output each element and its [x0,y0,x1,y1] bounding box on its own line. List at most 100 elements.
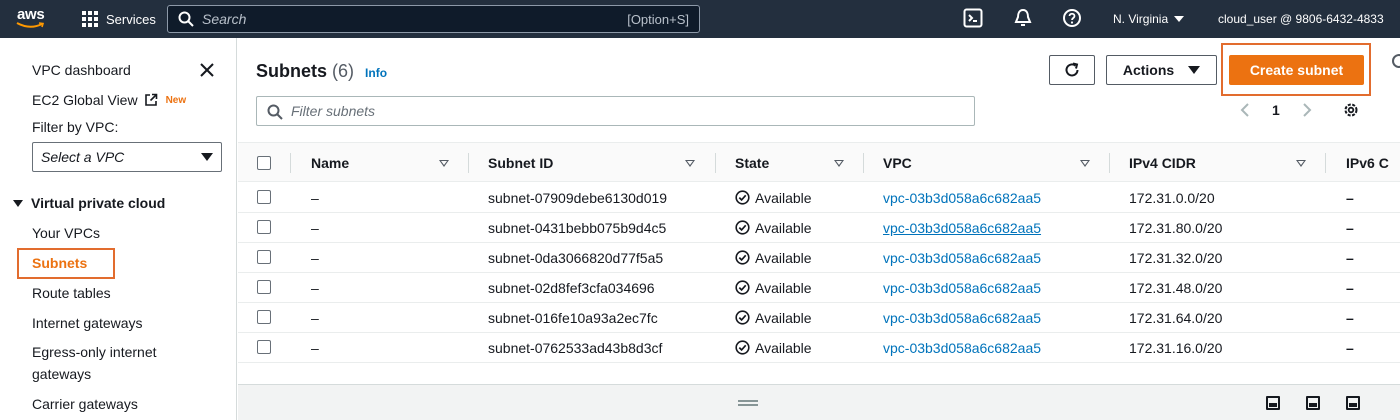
search-shortcut-hint: [Option+S] [627,11,689,27]
status-available-icon [735,340,750,355]
state-label: Available [755,339,812,356]
search-placeholder: Search [202,11,247,27]
table-row[interactable]: – subnet-0da3066820d77f5a5 Available vpc… [238,243,1400,273]
global-search-input[interactable]: Search [Option+S] [167,5,700,33]
row-checkbox[interactable] [257,310,271,324]
section-title: Virtual private cloud [31,195,166,211]
state-label: Available [755,309,812,326]
cell-vpc-link[interactable]: vpc-03b3d058a6c682aa5 [883,213,1041,242]
ec2-global-view-label: EC2 Global View [32,92,138,108]
help-panel-icon[interactable] [1392,54,1400,68]
cell-subnet-id[interactable]: subnet-0da3066820d77f5a5 [488,243,663,272]
row-checkbox[interactable] [257,280,271,294]
column-divider [715,153,716,173]
cell-vpc-link[interactable]: vpc-03b3d058a6c682aa5 [883,183,1041,212]
select-all-checkbox[interactable] [257,156,271,170]
vpc-filter-select[interactable]: Select a VPC [32,142,222,172]
sort-name-icon[interactable] [439,143,449,183]
cell-name: – [311,339,319,356]
column-header-state[interactable]: State [735,143,769,183]
sidebar-item-internet-gateways[interactable]: Internet gateways [32,315,143,331]
aws-logo[interactable]: aws [16,4,52,34]
row-checkbox[interactable] [257,220,271,234]
sidebar-section-virtual-private-cloud[interactable]: Virtual private cloud [13,195,165,211]
table-row[interactable]: – subnet-0431bebb075b9d4c5 Available vpc… [238,213,1400,243]
close-icon[interactable] [199,62,215,78]
table-row[interactable]: – subnet-016fe10a93a2ec7fc Available vpc… [238,303,1400,333]
region-selector[interactable]: N. Virginia [1113,0,1185,38]
sidebar-item-vpc-dashboard[interactable]: VPC dashboard [32,62,131,78]
cell-subnet-id[interactable]: subnet-07909debe6130d019 [488,183,667,212]
cell-ipv6: – [1346,219,1354,236]
row-checkbox[interactable] [257,190,271,204]
cell-ipv4-cidr: 172.31.16.0/20 [1129,339,1223,356]
page-title-text: Subnets [256,61,328,81]
drag-handle-icon[interactable] [738,400,758,406]
region-label: N. Virginia [1113,12,1169,26]
sort-ipv4-cidr-icon[interactable] [1296,143,1306,183]
filter-by-vpc-label: Filter by VPC: [32,119,119,135]
top-navigation-bar: aws Services Search [Option+S] N. Virgin… [0,0,1400,38]
cell-ipv4-cidr: 172.31.32.0/20 [1129,249,1223,266]
sidebar-item-egress-only-internet-gateways[interactable]: Egress-only internet [32,344,157,360]
vpc-select-value: Select a VPC [41,149,125,165]
cell-subnet-id[interactable]: subnet-016fe10a93a2ec7fc [488,303,658,332]
panel-full-icon[interactable] [1346,396,1360,410]
sidebar-item-ec2-global-view[interactable]: EC2 Global View New [32,92,186,108]
table-row[interactable]: – subnet-07909debe6130d019 Available vpc… [238,183,1400,213]
sidebar-item-subnets[interactable]: Subnets [32,255,87,271]
new-badge: New [165,94,187,106]
bell-icon[interactable] [1013,8,1033,28]
refresh-icon [1065,62,1079,77]
cell-vpc-link[interactable]: vpc-03b3d058a6c682aa5 [883,243,1041,272]
sidebar-item-your-vpcs[interactable]: Your VPCs [32,225,100,241]
help-icon[interactable] [1062,8,1082,28]
cloudshell-icon[interactable] [963,8,983,28]
create-subnet-button[interactable]: Create subnet [1229,55,1364,85]
refresh-button[interactable] [1049,55,1095,85]
filter-subnets-input[interactable]: Filter subnets [256,96,975,126]
row-checkbox[interactable] [257,250,271,264]
table-row[interactable]: – subnet-02d8fef3cfa034696 Available vpc… [238,273,1400,303]
column-header-ipv4-cidr[interactable]: IPv4 CIDR [1129,143,1196,183]
cell-ipv6: – [1346,339,1354,356]
cell-vpc-link[interactable]: vpc-03b3d058a6c682aa5 [883,303,1041,332]
cell-state: Available [735,243,812,272]
services-menu-button[interactable]: Services [82,0,156,38]
chevron-left-icon[interactable] [1240,102,1250,118]
column-label-state: State [735,155,770,171]
chevron-right-icon[interactable] [1302,102,1312,118]
column-header-ipv6[interactable]: IPv6 C [1346,143,1389,183]
cell-subnet-id[interactable]: subnet-0762533ad43b8d3cf [488,333,662,362]
column-header-name[interactable]: Name [311,143,349,183]
cell-subnet-id[interactable]: subnet-0431bebb075b9d4c5 [488,213,666,242]
sidebar-item-carrier-gateways[interactable]: Carrier gateways [32,396,138,412]
state-label: Available [755,219,812,236]
pagination: 1 [1240,102,1312,118]
table-row[interactable]: – subnet-0762533ad43b8d3cf Available vpc… [238,333,1400,363]
page-number[interactable]: 1 [1272,102,1280,118]
actions-dropdown-button[interactable]: Actions [1106,55,1217,85]
account-menu[interactable]: cloud_user @ 9806-6432-4833 [1218,0,1384,38]
sort-vpc-icon[interactable] [1080,143,1090,183]
region-caret-icon [1174,16,1185,22]
sort-subnet-id-icon[interactable] [685,143,695,183]
cell-ipv6: – [1346,249,1354,266]
subnet-count: (6) [332,61,355,81]
gear-icon[interactable] [1342,101,1360,119]
services-label: Services [106,11,156,27]
cell-vpc-link[interactable]: vpc-03b3d058a6c682aa5 [883,333,1041,362]
cell-ipv4-cidr: 172.31.80.0/20 [1129,219,1223,236]
panel-side-icon[interactable] [1306,396,1320,410]
panel-bottom-icon[interactable] [1266,396,1280,410]
cell-vpc-link[interactable]: vpc-03b3d058a6c682aa5 [883,273,1041,302]
column-header-vpc[interactable]: VPC [883,143,912,183]
column-header-subnet-id[interactable]: Subnet ID [488,143,553,183]
sidebar-item-egress-only-internet-gateways-line2[interactable]: gateways [32,366,91,382]
sort-state-icon[interactable] [834,143,844,183]
info-link[interactable]: Info [365,66,387,80]
cell-subnet-id[interactable]: subnet-02d8fef3cfa034696 [488,273,655,302]
cell-name: – [311,189,319,206]
sidebar-item-route-tables[interactable]: Route tables [32,285,111,301]
row-checkbox[interactable] [257,340,271,354]
